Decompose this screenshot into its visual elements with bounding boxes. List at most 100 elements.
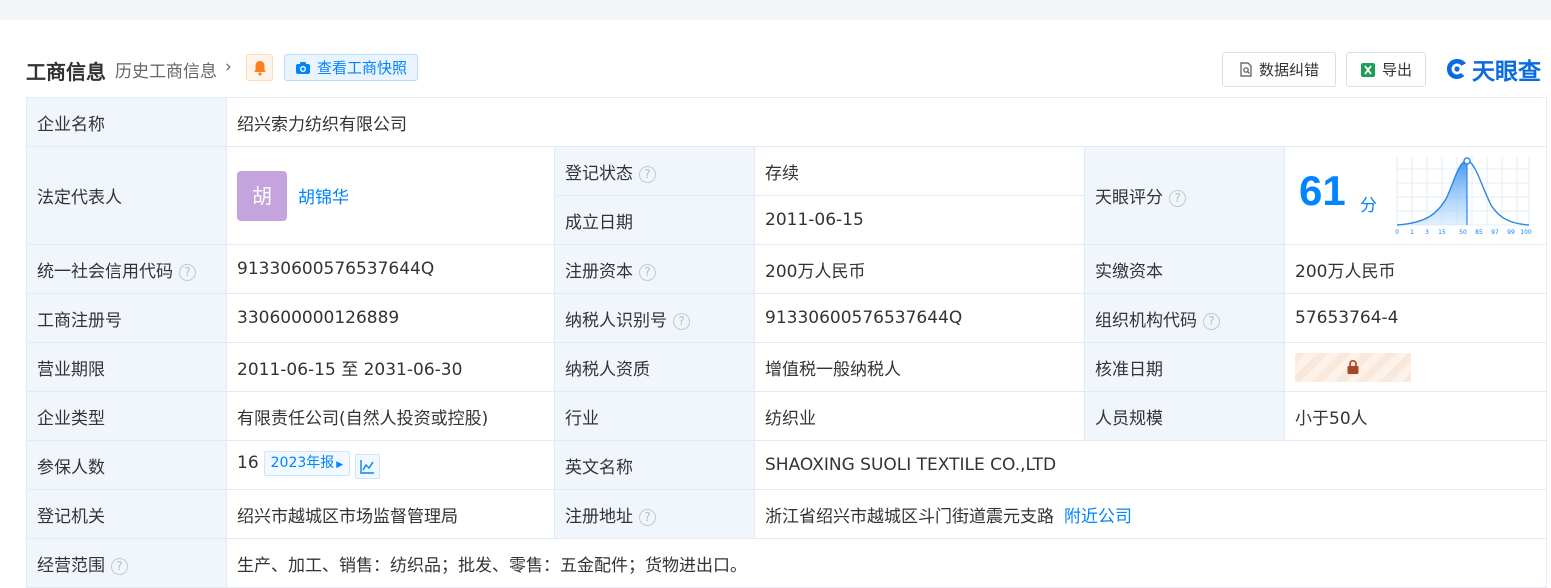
history-link[interactable]: 历史工商信息 xyxy=(115,57,217,82)
paid-capital-label: 实缴资本 xyxy=(1084,244,1285,294)
scope-label-cell: 经营范围? xyxy=(26,538,227,588)
help-icon[interactable]: ? xyxy=(639,508,656,526)
chevron-right-icon[interactable]: › xyxy=(225,57,232,77)
taxpayer-id-value: 91330600576537644Q xyxy=(754,293,1085,343)
lock-icon xyxy=(1347,359,1359,374)
caret-right-icon: ▶ xyxy=(336,460,344,470)
taxpayer-qual-label: 纳税人资质 xyxy=(554,342,755,392)
help-icon[interactable]: ? xyxy=(639,263,656,281)
reg-capital-label-cell: 注册资本? xyxy=(554,244,755,294)
nearby-companies-link[interactable]: 附近公司 xyxy=(1064,507,1132,527)
address-value: 浙江省绍兴市越城区斗门街道震元支路 xyxy=(765,506,1054,527)
trend-chart-icon xyxy=(360,460,375,474)
table-row: 工商注册号 330600000126889 纳税人识别号? 9133060057… xyxy=(26,293,1548,343)
reg-status-value: 存续 xyxy=(754,146,1085,196)
table-row: 企业类型 有限责任公司(自然人投资或控股) 行业 纺织业 人员规模 小于50人 xyxy=(26,391,1548,441)
type-label: 企业类型 xyxy=(26,391,227,441)
help-icon[interactable]: ? xyxy=(179,263,196,281)
table-row: 企业名称 绍兴索力纺织有限公司 xyxy=(26,97,1548,147)
table-row: 统一社会信用代码? 91330600576537644Q 注册资本? 200万人… xyxy=(26,244,1548,294)
insured-cell: 16 2023年报 ▶ xyxy=(226,440,555,490)
company-name-label: 企业名称 xyxy=(26,97,227,147)
score-label: 天眼评分 xyxy=(1095,188,1163,208)
score-cell[interactable]: 61 分 0 1 3 15 50 85 97 99 100 xyxy=(1283,146,1548,245)
bell-button[interactable] xyxy=(246,54,273,81)
avatar[interactable]: 胡 xyxy=(237,170,287,221)
table-row: 登记机关 绍兴市越城区市场监督管理局 注册地址? 浙江省绍兴市越城区斗门街道震元… xyxy=(26,489,1548,539)
taxpayer-qual-value: 增值税一般纳税人 xyxy=(754,342,1085,392)
annual-report-badge[interactable]: 2023年报 ▶ xyxy=(263,451,351,476)
taxpayer-id-label: 纳税人识别号 xyxy=(565,310,667,331)
org-code-label: 组织机构代码 xyxy=(1095,310,1197,331)
table-row: 营业期限 2011-06-15 至 2031-06-30 纳税人资质 增值税一般… xyxy=(26,342,1548,392)
axis-tick: 0 xyxy=(1395,229,1399,236)
authority-label: 登记机关 xyxy=(26,489,227,539)
credit-code-label-cell: 统一社会信用代码? xyxy=(26,244,227,294)
bell-icon xyxy=(253,60,266,76)
authority-value: 绍兴市越城区市场监督管理局 xyxy=(226,489,555,539)
org-code-value: 57653764-4 xyxy=(1283,293,1548,343)
credit-code-value: 91330600576537644Q xyxy=(226,244,555,294)
reg-capital-label: 注册资本 xyxy=(565,261,633,282)
section-title: 工商信息 xyxy=(26,60,106,84)
reg-status-label: 登记状态 xyxy=(565,163,633,184)
scope-label: 经营范围 xyxy=(37,556,105,576)
snapshot-button[interactable]: 查看工商快照 xyxy=(284,54,418,81)
data-correction-label: 数据纠错 xyxy=(1258,61,1319,79)
staff-size-value: 小于50人 xyxy=(1283,391,1548,441)
help-icon[interactable]: ? xyxy=(111,558,128,575)
term-label: 营业期限 xyxy=(26,342,227,392)
legal-rep-name-link[interactable]: 胡锦华 xyxy=(298,183,349,208)
table-row: 法定代表人 胡胡锦华 登记状态? 存续 天眼评分? 61 分 0 1 3 15 … xyxy=(26,146,1548,245)
score-value: 61 xyxy=(1299,167,1346,214)
score-unit: 分 xyxy=(1360,196,1377,216)
axis-tick: 3 xyxy=(1425,229,1429,236)
business-info-table: 企业名称 绍兴索力纺织有限公司 法定代表人 胡胡锦华 登记状态? 存续 天眼评分… xyxy=(26,97,1548,588)
excel-icon xyxy=(1360,62,1375,77)
trend-button[interactable] xyxy=(355,454,381,479)
reg-status-label-cell: 登记状态? xyxy=(554,146,755,196)
paid-capital-value: 200万人民币 xyxy=(1283,244,1548,294)
edit-doc-icon xyxy=(1240,62,1252,77)
english-name-value: SHAOXING SUOLI TEXTILE CO.,LTD xyxy=(753,440,1548,490)
section-header: 工商信息 历史工商信息 › 查看工商快照 数据纠错 导出 天眼查 xyxy=(26,52,1546,87)
export-label: 导出 xyxy=(1381,61,1412,79)
help-icon[interactable]: ? xyxy=(1169,190,1186,207)
org-code-label-cell: 组织机构代码? xyxy=(1084,293,1285,343)
scope-value: 生产、加工、销售：纺织品；批发、零售：五金配件；货物进出口。 xyxy=(225,538,1548,588)
axis-tick: 97 xyxy=(1491,229,1499,236)
axis-tick: 99 xyxy=(1507,229,1515,236)
type-value: 有限责任公司(自然人投资或控股) xyxy=(226,391,555,441)
credit-code-label: 统一社会信用代码 xyxy=(37,261,173,282)
legal-rep-label: 法定代表人 xyxy=(26,146,227,245)
tianyancha-logo: 天眼查 xyxy=(1445,52,1541,86)
address-label-cell: 注册地址? xyxy=(554,489,755,539)
axis-tick: 50 xyxy=(1459,229,1467,236)
export-button[interactable]: 导出 xyxy=(1346,52,1426,87)
help-icon[interactable]: ? xyxy=(639,165,656,183)
eye-logo-icon xyxy=(1447,59,1466,79)
help-icon[interactable]: ? xyxy=(1203,312,1220,330)
help-icon[interactable]: ? xyxy=(673,312,690,330)
industry-label: 行业 xyxy=(554,391,755,441)
annual-report-label: 2023年报 xyxy=(270,455,335,471)
locked-value-box[interactable] xyxy=(1295,352,1411,382)
industry-value: 纺织业 xyxy=(754,391,1085,441)
founded-value: 2011-06-15 xyxy=(754,195,1085,245)
table-row: 经营范围? 生产、加工、销售：纺织品；批发、零售：五金配件；货物进出口。 xyxy=(26,538,1548,588)
camera-icon xyxy=(296,61,310,74)
data-correction-button[interactable]: 数据纠错 xyxy=(1222,52,1336,87)
biz-reg-no-value: 330600000126889 xyxy=(226,293,555,343)
approval-date-label: 核准日期 xyxy=(1084,342,1285,392)
score-distribution-chart: 0 1 3 15 50 85 97 99 100 xyxy=(1395,157,1532,236)
logo-text: 天眼查 xyxy=(1472,59,1541,85)
taxpayer-id-label-cell: 纳税人识别号? xyxy=(554,293,755,343)
snapshot-label: 查看工商快照 xyxy=(317,59,408,77)
address-cell: 浙江省绍兴市越城区斗门街道震元支路 附近公司 xyxy=(753,489,1548,539)
score-label-cell: 天眼评分? xyxy=(1084,146,1285,245)
term-value: 2011-06-15 至 2031-06-30 xyxy=(226,342,555,392)
legal-rep-cell: 胡胡锦华 xyxy=(226,146,555,245)
staff-size-label: 人员规模 xyxy=(1084,391,1285,441)
biz-reg-no-label: 工商注册号 xyxy=(26,293,227,343)
founded-label: 成立日期 xyxy=(554,195,755,245)
